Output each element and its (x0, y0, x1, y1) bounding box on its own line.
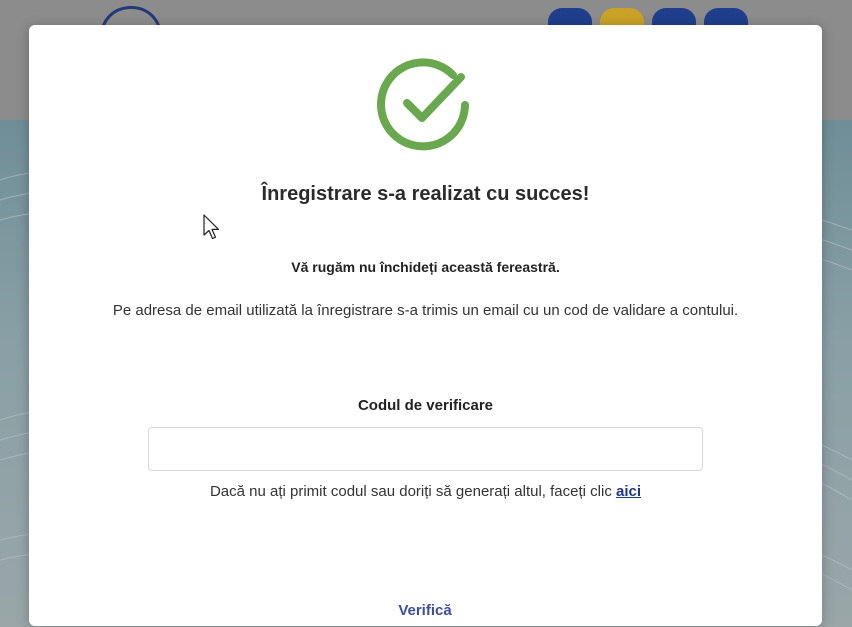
resend-code-text: Dacă nu ați primit codul sau doriți să g… (29, 483, 822, 500)
resend-code-message: Dacă nu ați primit codul sau doriți să g… (209, 483, 612, 500)
verify-button[interactable]: Verifică (367, 595, 483, 625)
verification-code-input[interactable] (148, 427, 703, 471)
email-sent-info: Pe adresa de email utilizată la înregist… (112, 302, 739, 319)
verification-code-label: Codul de verificare (357, 397, 494, 414)
modal-title: Înregistrare s-a realizat cu succes! (261, 183, 590, 205)
check-circle-icon (377, 58, 469, 151)
resend-code-link[interactable]: aici (616, 483, 641, 500)
background-logo-right (548, 0, 778, 26)
mouse-pointer-icon (203, 214, 220, 240)
registration-success-modal: Înregistrare s-a realizat cu succes! Vă … (29, 25, 822, 626)
do-not-close-warning: Vă rugăm nu închideți această fereastră. (291, 259, 560, 275)
